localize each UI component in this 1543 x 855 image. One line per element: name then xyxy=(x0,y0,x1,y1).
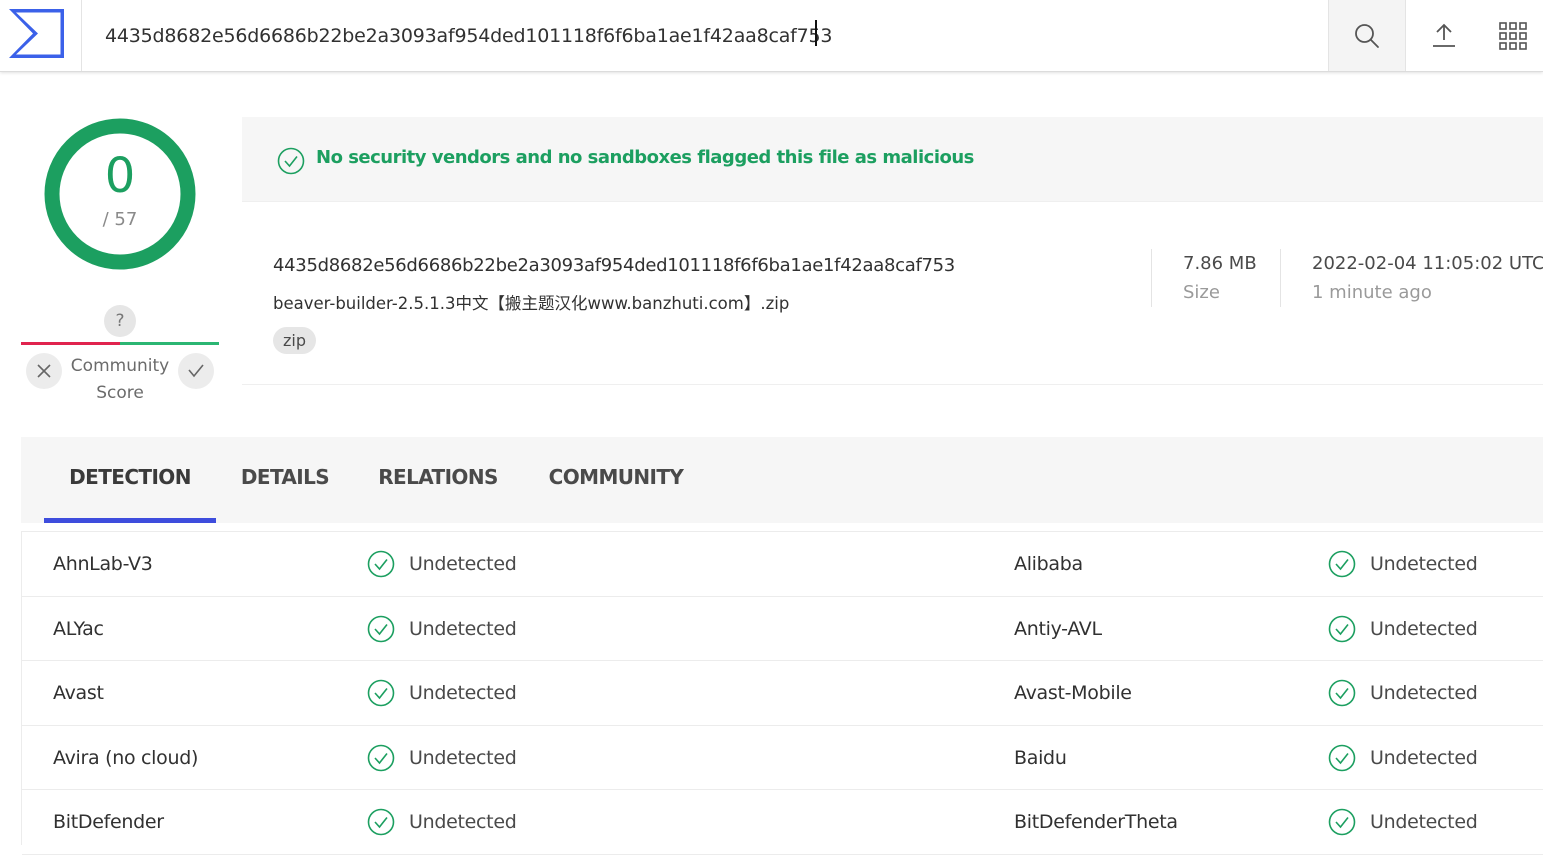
grid-icon xyxy=(1498,21,1527,50)
result-label: Undetected xyxy=(1370,617,1478,640)
file-hash: 4435d8682e56d6686b22be2a3093af954ded1011… xyxy=(273,255,955,276)
apps-menu-button[interactable] xyxy=(1482,0,1543,71)
vendor-name: BitDefenderTheta xyxy=(1014,811,1178,833)
check-circle-icon xyxy=(1328,615,1356,642)
vendor-result: Undetected xyxy=(1328,532,1478,596)
vendor-name: Avira (no cloud) xyxy=(53,746,199,769)
result-label: Undetected xyxy=(1370,746,1478,769)
detection-count: 0 xyxy=(104,148,136,204)
vendor-result: Undetected xyxy=(1328,726,1478,790)
community-bar-negative xyxy=(21,342,120,345)
detection-row: AhnLab-V3 Undetected Alibaba Undetected xyxy=(22,532,1543,597)
text-caret xyxy=(815,20,817,46)
divider xyxy=(1280,249,1281,307)
result-label: Undetected xyxy=(409,746,517,769)
tab-bar: DETECTION DETAILS RELATIONS COMMUNITY xyxy=(21,437,1543,523)
tab-detection[interactable]: DETECTION xyxy=(44,437,216,523)
detection-table: AhnLab-V3 Undetected Alibaba Undetected ALYa… xyxy=(21,531,1543,855)
vendor-name: Alibaba xyxy=(1014,553,1083,575)
check-circle-icon xyxy=(277,147,305,175)
result-label: Undetected xyxy=(409,617,517,640)
check-circle-icon xyxy=(367,550,395,578)
vendor-name: Avast xyxy=(53,682,104,704)
virustotal-logo[interactable] xyxy=(0,0,82,71)
vote-harmless-button[interactable] xyxy=(178,353,214,389)
tab-details[interactable]: DETAILS xyxy=(231,437,339,523)
vendor-result: Undetected xyxy=(367,661,517,725)
check-circle-icon xyxy=(1328,679,1356,707)
analysis-relative-date: 1 minute ago xyxy=(1312,282,1432,303)
vendor-name: Baidu xyxy=(1014,746,1067,769)
upload-icon xyxy=(1433,23,1455,47)
result-label: Undetected xyxy=(1370,553,1478,575)
vendor-name: BitDefender xyxy=(53,811,164,833)
detection-total: / 57 xyxy=(102,209,138,230)
file-info-card: 4435d8682e56d6686b22be2a3093af954ded1011… xyxy=(242,201,1543,385)
vendor-result: Undetected xyxy=(1328,597,1478,661)
community-label-line1: Community xyxy=(70,356,170,376)
active-tab-indicator xyxy=(44,518,216,523)
search-icon xyxy=(1355,23,1379,48)
file-name: beaver-builder-2.5.1.3中文【搬主题汉化www.banzhu… xyxy=(273,294,790,313)
vendor-result: Undetected xyxy=(367,790,517,854)
top-bar xyxy=(0,0,1543,72)
check-icon xyxy=(188,364,204,378)
vendor-name: AhnLab-V3 xyxy=(53,553,153,575)
analysis-date: 2022-02-04 11:05:02 UTC xyxy=(1312,253,1543,274)
vendor-name: Antiy-AVL xyxy=(1014,617,1102,640)
check-circle-icon xyxy=(1328,808,1356,836)
tab-community[interactable]: COMMUNITY xyxy=(537,437,695,523)
result-label: Undetected xyxy=(1370,682,1478,704)
vendor-result: Undetected xyxy=(1328,661,1478,725)
vendor-result: Undetected xyxy=(367,726,517,790)
result-label: Undetected xyxy=(409,682,517,704)
vendor-name: Avast-Mobile xyxy=(1014,682,1132,704)
search-input[interactable] xyxy=(83,0,1327,71)
search-button[interactable] xyxy=(1328,0,1406,71)
vendor-name: ALYac xyxy=(53,617,104,640)
check-circle-icon xyxy=(367,679,395,707)
verdict-text: No security vendors and no sandboxes fla… xyxy=(316,147,974,168)
check-circle-icon xyxy=(367,808,395,836)
result-label: Undetected xyxy=(1370,811,1478,833)
close-icon xyxy=(37,364,51,378)
vendor-result: Undetected xyxy=(1328,790,1478,854)
verdict-banner: No security vendors and no sandboxes fla… xyxy=(242,117,1543,201)
community-score-value: ? xyxy=(104,305,136,337)
detection-row: Avast Undetected Avast-Mobile Undetected xyxy=(22,661,1543,726)
vendor-result: Undetected xyxy=(367,532,517,596)
logo-icon xyxy=(9,9,64,58)
community-score-label: Community Score xyxy=(64,353,176,407)
detection-row: Avira (no cloud) Undetected Baidu Undetecte… xyxy=(22,726,1543,790)
file-size-label: Size xyxy=(1183,282,1220,303)
detection-score-widget: 0 / 57 xyxy=(42,116,198,272)
divider xyxy=(1151,249,1152,307)
community-label-line2: Score xyxy=(96,383,144,403)
upload-button[interactable] xyxy=(1406,0,1482,71)
vendor-result: Undetected xyxy=(367,597,517,661)
community-bar-positive xyxy=(120,342,219,345)
check-circle-icon xyxy=(367,744,395,771)
detection-row: ALYac Undetected Antiy-AVL Undetected xyxy=(22,597,1543,661)
vote-malicious-button[interactable] xyxy=(26,353,62,389)
file-type-tag[interactable]: zip xyxy=(273,327,316,354)
check-circle-icon xyxy=(1328,550,1356,578)
check-circle-icon xyxy=(1328,744,1356,771)
check-circle-icon xyxy=(367,615,395,642)
result-label: Undetected xyxy=(409,811,517,833)
result-label: Undetected xyxy=(409,553,517,575)
file-size: 7.86 MB xyxy=(1183,253,1257,274)
tab-relations[interactable]: RELATIONS xyxy=(369,437,507,523)
